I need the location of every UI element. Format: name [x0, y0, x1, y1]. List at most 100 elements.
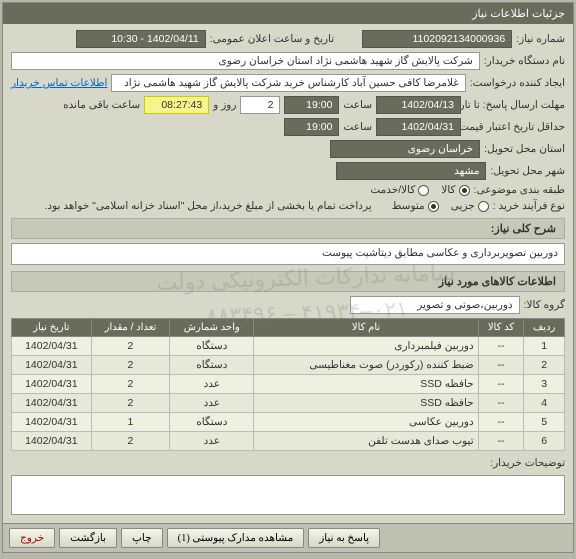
cell-name: دوربین فیلمبرداری: [254, 337, 478, 356]
radio-goods-dot: [459, 185, 470, 196]
col-unit: واحد شمارش: [170, 319, 254, 337]
validity-time: 19:00: [284, 118, 339, 136]
cell-n: 3: [524, 375, 565, 394]
col-code: کد کالا: [478, 319, 524, 337]
validity-date: 1402/04/31: [376, 118, 461, 136]
cell-code: --: [478, 356, 524, 375]
hour-label-2: ساعت: [343, 121, 372, 133]
cell-name: حافظه SSD: [254, 394, 478, 413]
cell-n: 1: [524, 337, 565, 356]
cell-code: --: [478, 337, 524, 356]
remaining-label: ساعت باقی مانده: [63, 99, 140, 111]
cell-unit: دستگاه: [170, 356, 254, 375]
cell-date: 1402/04/31: [12, 413, 92, 432]
cell-name: دوربین عکاسی: [254, 413, 478, 432]
radio-medium[interactable]: متوسط: [392, 200, 439, 212]
city-value: مشهد: [336, 162, 486, 180]
announce-label: تاریخ و ساعت اعلان عمومی:: [210, 33, 334, 45]
table-row[interactable]: 2--ضبط کننده (رکوردر) صوت مغناطیسیدستگاه…: [12, 356, 565, 375]
cell-n: 6: [524, 432, 565, 451]
need-no-label: شماره نیاز:: [516, 33, 565, 45]
cell-code: --: [478, 413, 524, 432]
back-button[interactable]: بازگشت: [59, 528, 117, 548]
table-row[interactable]: 4--حافظه SSDعدد21402/04/31: [12, 394, 565, 413]
city-label: شهر محل تحویل:: [490, 165, 565, 177]
cell-qty: 2: [91, 432, 170, 451]
radio-service-label: کالا/خدمت: [370, 184, 415, 196]
table-row[interactable]: 5--دوربین عکاسیدستگاه11402/04/31: [12, 413, 565, 432]
payment-note: پرداخت تمام یا بخشی از مبلغ خرید،از محل …: [45, 200, 372, 212]
cell-code: --: [478, 394, 524, 413]
process-radio-group: جزیی متوسط: [392, 200, 489, 212]
radio-medium-label: متوسط: [392, 200, 425, 212]
cell-qty: 2: [91, 394, 170, 413]
cell-date: 1402/04/31: [12, 337, 92, 356]
radio-service-dot: [418, 185, 429, 196]
buyer-value: شرکت پالایش گاز شهید هاشمی نژاد استان خر…: [11, 52, 480, 70]
reply-button[interactable]: پاسخ به نیاز: [308, 528, 380, 548]
cell-n: 5: [524, 413, 565, 432]
cell-date: 1402/04/31: [12, 394, 92, 413]
cell-date: 1402/04/31: [12, 432, 92, 451]
window-title: جزئیات اطلاعات نیاز: [3, 3, 573, 24]
footer-bar: خروج بازگشت چاپ مشاهده مدارک پیوستی (1) …: [3, 523, 573, 552]
table-row[interactable]: 3--حافظه SSDعدد21402/04/31: [12, 375, 565, 394]
contact-link[interactable]: اطلاعات تماس خریدار: [11, 77, 107, 89]
content-area: شماره نیاز: 1102092134000936 تاریخ و ساع…: [3, 24, 573, 523]
cell-name: حافظه SSD: [254, 375, 478, 394]
items-table: ردیف کد کالا نام کالا واحد شمارش تعداد /…: [11, 318, 565, 451]
cell-code: --: [478, 432, 524, 451]
cell-name: ضبط کننده (رکوردر) صوت مغناطیسی: [254, 356, 478, 375]
print-button[interactable]: چاپ: [121, 528, 163, 548]
creator-value: غلامرضا کافی حسین آباد کارشناس خرید شرکت…: [111, 74, 465, 92]
process-label: نوع فرآیند خرید :: [493, 200, 565, 212]
cell-date: 1402/04/31: [12, 356, 92, 375]
deadline-label: مهلت ارسال پاسخ: تا تاریخ:: [465, 99, 565, 111]
col-name: نام کالا: [254, 319, 478, 337]
cell-qty: 2: [91, 337, 170, 356]
group-value: دوربین،صوتی و تصویر: [350, 296, 520, 314]
col-date: تاریخ نیاز: [12, 319, 92, 337]
table-row[interactable]: 1--دوربین فیلمبرداریدستگاه21402/04/31: [12, 337, 565, 356]
cell-n: 4: [524, 394, 565, 413]
category-radio-group: کالا کالا/خدمت: [370, 184, 469, 196]
cell-unit: عدد: [170, 394, 254, 413]
radio-goods-label: کالا: [441, 184, 455, 196]
cell-qty: 1: [91, 413, 170, 432]
countdown: 08:27:43: [144, 96, 209, 114]
deadline-time: 19:00: [284, 96, 339, 114]
creator-label: ایجاد کننده درخواست:: [470, 77, 565, 89]
attachments-button[interactable]: مشاهده مدارک پیوستی (1): [167, 528, 305, 548]
cell-qty: 2: [91, 356, 170, 375]
window: جزئیات اطلاعات نیاز شماره نیاز: 11020921…: [2, 2, 574, 553]
buyer-notes[interactable]: [11, 475, 565, 515]
radio-micro[interactable]: جزیی: [451, 200, 489, 212]
exit-button[interactable]: خروج: [9, 528, 55, 548]
radio-goods[interactable]: کالا: [441, 184, 469, 196]
summary-text: دوربین تصویربرداری و عکاسی مطابق دیتاشیت…: [11, 243, 565, 265]
cell-unit: عدد: [170, 375, 254, 394]
radio-service[interactable]: کالا/خدمت: [370, 184, 429, 196]
radio-micro-dot: [478, 201, 489, 212]
deadline-date: 1402/04/13: [376, 96, 461, 114]
radio-micro-label: جزیی: [451, 200, 475, 212]
days-field: 2: [240, 96, 280, 114]
items-head: اطلاعات کالاهای مورد نیاز: [11, 271, 565, 292]
radio-medium-dot: [428, 201, 439, 212]
col-row: ردیف: [524, 319, 565, 337]
hour-label-1: ساعت: [343, 99, 372, 111]
announce-value: 1402/04/11 - 10:30: [76, 30, 206, 48]
col-qty: تعداد / مقدار: [91, 319, 170, 337]
validity-label: حداقل تاریخ اعتبار قیمت: تا تاریخ:: [465, 121, 565, 133]
cell-n: 2: [524, 356, 565, 375]
need-no-value: 1102092134000936: [362, 30, 512, 48]
buyer-notes-label: توضیحات خریدار:: [490, 457, 565, 469]
cell-unit: دستگاه: [170, 413, 254, 432]
group-label: گروه کالا:: [524, 299, 565, 311]
dayword-label: روز و: [213, 99, 236, 111]
cell-unit: عدد: [170, 432, 254, 451]
cell-code: --: [478, 375, 524, 394]
buyer-label: نام دستگاه خریدار:: [484, 55, 565, 67]
cell-unit: دستگاه: [170, 337, 254, 356]
table-row[interactable]: 6--تیوب صدای هدست تلفنعدد21402/04/31: [12, 432, 565, 451]
